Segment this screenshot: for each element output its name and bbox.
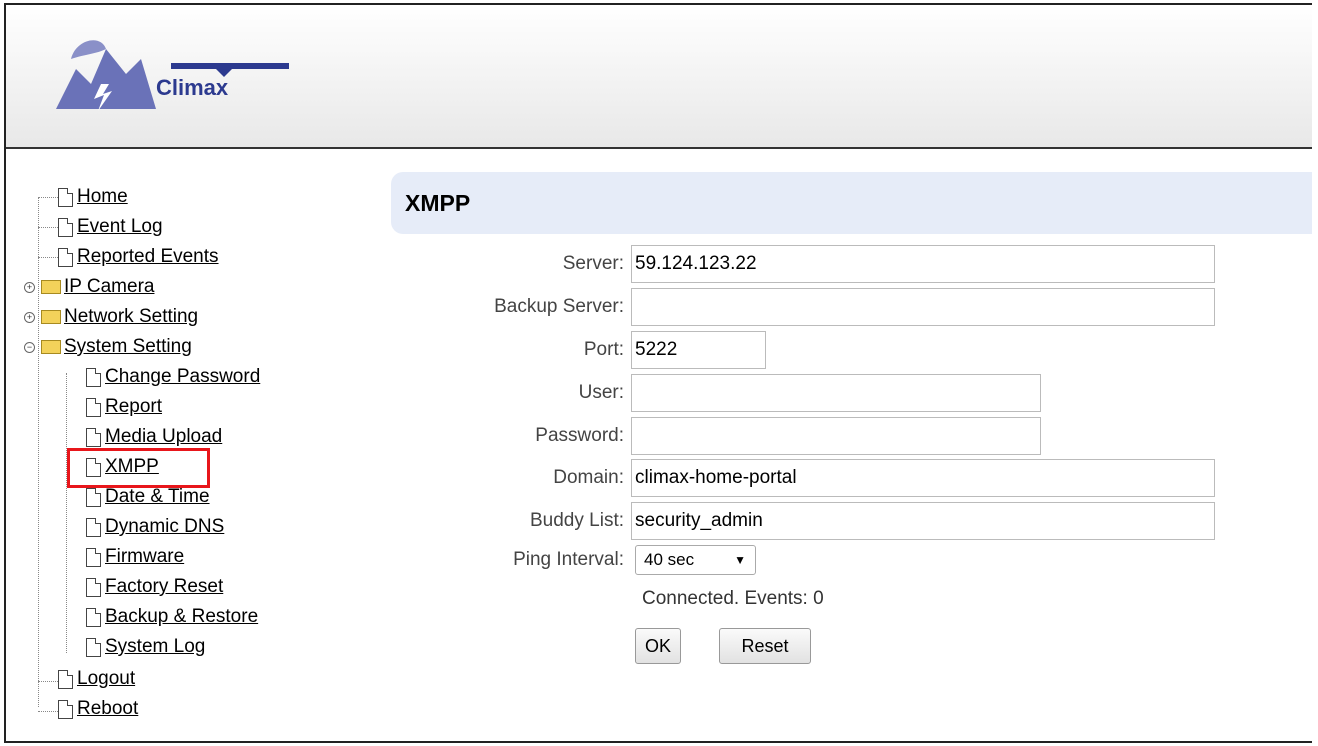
document-icon <box>58 187 73 207</box>
port-input[interactable]: 5222 <box>631 331 766 369</box>
password-label: Password: <box>535 425 624 446</box>
port-label: Port: <box>583 339 624 360</box>
sidebar-item-label[interactable]: System Log <box>105 636 205 658</box>
page-title: XMPP <box>405 190 471 216</box>
sidebar-item-label[interactable]: Reboot <box>77 698 138 720</box>
port-row: Port: 5222 <box>6 330 1306 370</box>
document-icon <box>58 669 73 689</box>
sidebar-item-label[interactable]: Event Log <box>77 216 163 238</box>
brand-name: Climax <box>156 75 229 100</box>
sidebar-item-label[interactable]: Backup & Restore <box>105 606 258 628</box>
climax-logo-icon <box>56 40 289 111</box>
ping-interval-row: Ping Interval: 40 sec ▼ <box>6 540 1306 580</box>
sidebar-item-home[interactable]: Home <box>58 182 128 212</box>
password-input[interactable] <box>631 417 1041 455</box>
server-row: Server: 59.124.123.22 <box>6 244 1306 284</box>
domain-input[interactable]: climax-home-portal <box>631 459 1215 497</box>
domain-label: Domain: <box>553 467 624 488</box>
sidebar-item-event-log[interactable]: Event Log <box>58 212 163 242</box>
document-icon <box>58 699 73 719</box>
dropdown-arrow-icon: ▼ <box>734 553 746 567</box>
backup-server-row: Backup Server: <box>6 287 1306 327</box>
connection-status: Connected. Events: 0 <box>642 588 824 609</box>
sidebar-item-backup-restore[interactable]: Backup & Restore <box>86 602 258 632</box>
sidebar-item-logout[interactable]: Logout <box>58 664 135 694</box>
buddy-list-row: Buddy List: security_admin <box>6 501 1306 541</box>
user-row: User: <box>6 373 1306 413</box>
sidebar-item-label[interactable]: Logout <box>77 668 135 690</box>
server-input[interactable]: 59.124.123.22 <box>631 245 1215 283</box>
ping-interval-select[interactable]: 40 sec ▼ <box>635 545 756 575</box>
domain-row: Domain: climax-home-portal <box>6 458 1306 498</box>
ping-interval-label: Ping Interval: <box>513 549 624 570</box>
server-label: Server: <box>562 253 624 274</box>
page-title-bar: XMPP <box>391 172 1312 234</box>
sidebar-item-label[interactable]: Home <box>77 186 128 208</box>
backup-server-label: Backup Server: <box>494 296 624 317</box>
password-row: Password: <box>6 416 1306 456</box>
document-icon <box>86 577 101 597</box>
sidebar-item-system-log[interactable]: System Log <box>86 632 205 662</box>
document-icon <box>58 217 73 237</box>
ok-button[interactable]: OK <box>635 628 681 664</box>
document-icon <box>86 607 101 627</box>
header: Climax <box>6 5 1312 149</box>
reset-button[interactable]: Reset <box>719 628 811 664</box>
buddy-list-input[interactable]: security_admin <box>631 502 1215 540</box>
ping-interval-value: 40 sec <box>644 550 695 569</box>
backup-server-input[interactable] <box>631 288 1215 326</box>
user-label: User: <box>578 382 624 403</box>
document-icon <box>86 637 101 657</box>
app-frame: Climax Home Event Log Reported Events + I… <box>4 3 1312 743</box>
buddy-list-label: Buddy List: <box>530 510 624 531</box>
sidebar-item-reboot[interactable]: Reboot <box>58 694 138 724</box>
user-input[interactable] <box>631 374 1041 412</box>
